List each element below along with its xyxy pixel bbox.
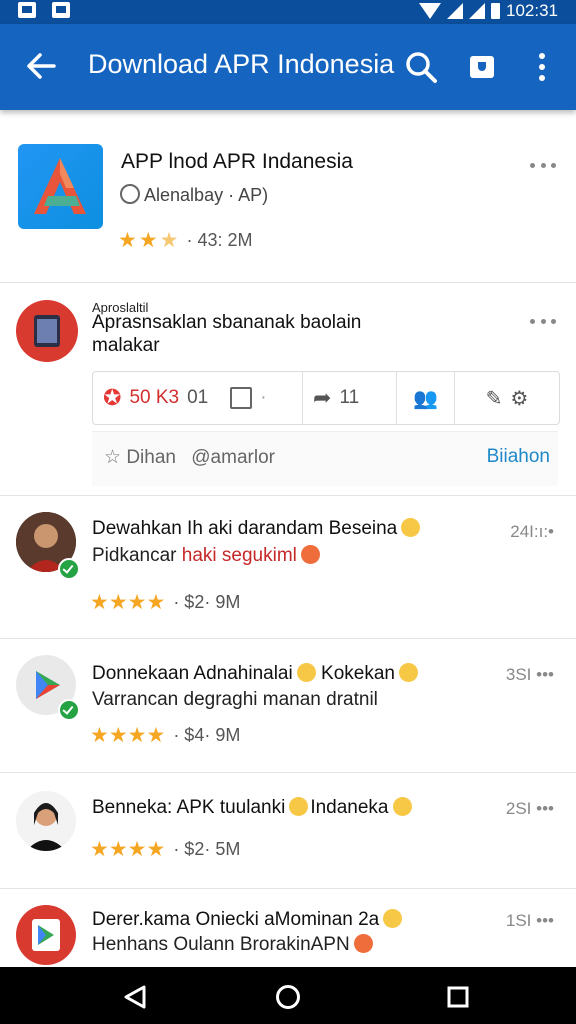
share-count: 11 xyxy=(339,387,360,408)
comment-icon: ✎ xyxy=(485,387,503,410)
emoji-icon xyxy=(398,663,418,682)
app-card[interactable]: APP lnod APR Indanesia Alenalbay · AP) ★… xyxy=(0,110,576,283)
page-title: Download APR Indonesia xyxy=(88,49,395,79)
feed-time: 24I:ı:• xyxy=(510,522,554,541)
rating-meta: · 43: 2M xyxy=(186,230,253,250)
emoji-icon xyxy=(289,797,309,816)
list-item[interactable]: Donnekaan Adnahinalai Kokekan Varrancan … xyxy=(0,639,576,773)
people-action[interactable]: 👥 xyxy=(397,372,455,424)
emoji-icon xyxy=(353,934,373,953)
app-logo xyxy=(18,144,103,229)
people-icon: 👥 xyxy=(413,387,438,410)
emoji-icon xyxy=(296,663,316,682)
back-nav-icon[interactable] xyxy=(120,984,150,1010)
more-horiz-icon[interactable] xyxy=(530,160,556,170)
app-bar: Download APR Indonesia xyxy=(0,24,576,110)
calendar-icon xyxy=(230,387,253,409)
flame-star-icon: ✪ xyxy=(103,385,122,410)
feed-title: Dewahkan Ih aki darandam Beseina xyxy=(92,518,421,540)
emoji-icon xyxy=(392,797,412,816)
feed-time: 1SI ••• xyxy=(505,911,554,930)
star-outline-icon: ☆ xyxy=(104,447,122,468)
emoji-icon xyxy=(300,545,320,564)
like-extra: 01 xyxy=(187,387,209,408)
image-notification-icon xyxy=(52,2,70,18)
feed-subtitle: Pidkancar haki segukiml xyxy=(92,545,320,567)
search-icon[interactable] xyxy=(402,48,440,86)
app-developer: Alenalbay · AP) xyxy=(144,185,269,205)
feed-title: Donnekaan Adnahinalai Kokekan xyxy=(92,663,418,685)
like-count: 50 K3 xyxy=(129,387,180,408)
status-bar: 102:31 xyxy=(0,0,576,24)
post-footer-left1[interactable]: Dihan xyxy=(126,447,176,468)
navigation-bar xyxy=(0,967,576,1024)
battery-icon xyxy=(491,3,500,19)
app-rating: ★ ★ ★ · 43: 2M xyxy=(118,230,253,251)
signal-icon-2 xyxy=(469,3,485,19)
emoji-icon xyxy=(401,518,421,537)
post-card: Aproslaltil Aprasnsaklan sbananak baolai… xyxy=(0,283,576,496)
list-item[interactable]: Dewahkan Ih aki darandam Beseina Pidkanc… xyxy=(0,496,576,639)
feed-time: 2SI ••• xyxy=(505,799,554,818)
post-avatar[interactable] xyxy=(16,300,78,362)
star-icon: ★ xyxy=(138,229,158,252)
feed-rating: ★★★★ · $2· 9M xyxy=(90,591,241,614)
app-developer-row: Alenalbay · AP) xyxy=(120,184,268,206)
verified-badge-icon xyxy=(58,558,80,580)
avatar xyxy=(16,791,76,851)
app-name: APP lnod APR Indanesia xyxy=(121,150,353,173)
post-text-line2: malakar xyxy=(92,335,160,356)
avatar xyxy=(16,905,76,965)
post-action-bar: ✪ 50 K3 01 · ➦ 11 👥 ✎ ⚙ xyxy=(92,371,560,425)
star-icon: ★ xyxy=(118,229,137,252)
emoji-icon xyxy=(383,909,403,928)
feed-subtitle: Varrancan degraghi manan dratnil xyxy=(92,689,378,710)
notification-icon xyxy=(18,2,36,18)
shield-icon[interactable] xyxy=(470,56,494,78)
share-icon: ➦ xyxy=(313,385,332,410)
reaction-icon: ⚙ xyxy=(510,387,529,410)
feed-rating: ★★★★ · $2· 5M xyxy=(90,838,241,861)
post-footer-link[interactable]: Biiahon xyxy=(487,446,550,468)
feed-title: Benneka: APK tuulanki Indaneka xyxy=(92,797,412,819)
more-vert-icon[interactable] xyxy=(532,48,552,86)
like-action[interactable]: ✪ 50 K3 01 · xyxy=(93,372,303,424)
post-footer-left: ☆ Dihan @amarlor xyxy=(104,446,275,469)
heart-icon xyxy=(120,184,140,204)
more-horiz-icon[interactable] xyxy=(530,316,556,326)
status-time: 102:31 xyxy=(506,1,558,20)
recents-nav-icon[interactable] xyxy=(446,985,470,1009)
list-item[interactable]: Derer.kama Oniecki aMominan 2a Henhans O… xyxy=(0,889,576,969)
list-item[interactable]: Benneka: APK tuulanki Indaneka ★★★★ · $2· … xyxy=(0,773,576,889)
post-footer-left2[interactable]: @amarlor xyxy=(191,447,275,468)
home-nav-icon[interactable] xyxy=(274,983,302,1011)
feed-title: Derer.kama Oniecki aMominan 2a xyxy=(92,909,403,931)
back-arrow-icon[interactable] xyxy=(22,46,62,86)
post-footer: ☆ Dihan @amarlor Biiahon xyxy=(92,431,558,486)
post-text-line1: Aprasnsaklan sbananak baolain xyxy=(92,312,362,333)
feed-time: 3SI ••• xyxy=(505,665,554,684)
comment-action[interactable]: ✎ ⚙ xyxy=(455,372,559,424)
star-half-icon: ★ xyxy=(159,229,179,252)
feed-subtitle: Henhans Oulann BrorakinAPN xyxy=(92,934,373,956)
verified-badge-icon xyxy=(58,699,80,721)
signal-icon xyxy=(447,3,463,19)
wifi-icon xyxy=(419,3,441,19)
share-action[interactable]: ➦ 11 xyxy=(303,372,397,424)
feed-rating: ★★★★ · $4· 9M xyxy=(90,724,241,747)
